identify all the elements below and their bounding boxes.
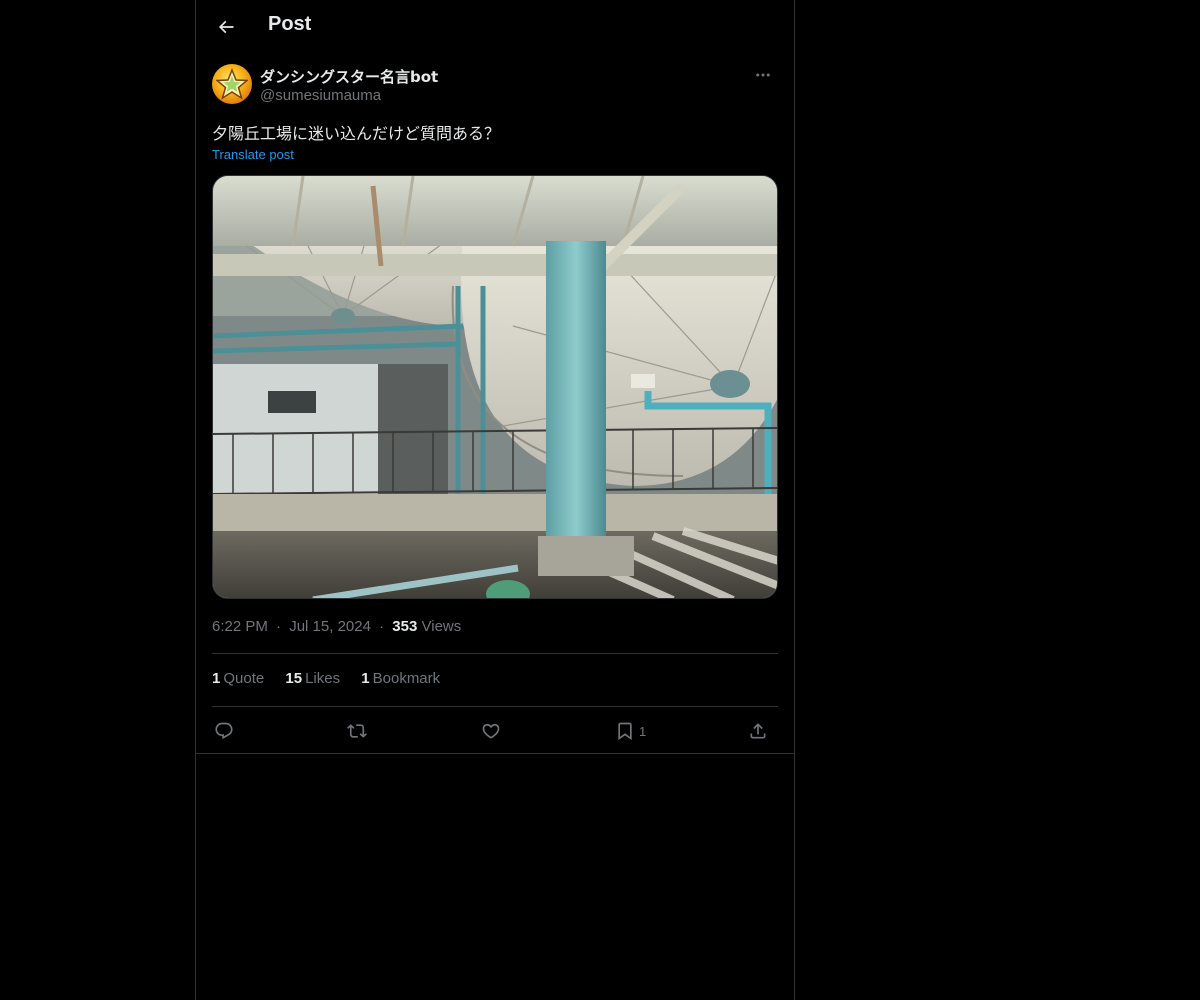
post-column: Post ダンシングスター名言bot @sumesiumauma 夕陽丘工場に迷…: [195, 0, 795, 1000]
likes-stat[interactable]: 15 Likes: [285, 670, 340, 687]
post-author: ダンシングスター名言bot @sumesiumauma: [212, 64, 778, 108]
back-button[interactable]: [208, 9, 244, 45]
avatar[interactable]: [212, 64, 252, 104]
share-icon: [750, 723, 766, 739]
quotes-count: 1: [212, 670, 221, 687]
more-options-button[interactable]: [748, 64, 778, 86]
bookmark-icon: [618, 722, 632, 741]
page-header: Post: [196, 0, 794, 54]
divider: [212, 706, 778, 707]
divider: [196, 753, 794, 754]
likes-label: Likes: [305, 670, 341, 687]
bookmarks-label: Bookmark: [372, 670, 441, 687]
heart-icon: [482, 723, 500, 739]
repost-icon: [347, 724, 367, 738]
page-title: Post: [268, 13, 312, 35]
bookmark-button[interactable]: 1: [615, 713, 646, 749]
post-actions: 1: [212, 713, 778, 749]
views-count: 353: [392, 618, 418, 635]
post-meta: 6:22 PM · Jul 15, 2024 · 353 Views: [212, 618, 778, 635]
more-horizontal-icon: [756, 73, 770, 77]
divider: [212, 653, 778, 654]
star-avatar-icon: [216, 68, 248, 100]
post-stats: 1 Quote 15 Likes 1 Bookmark: [212, 670, 778, 692]
views-label: Views: [421, 618, 462, 635]
quotes-stat[interactable]: 1 Quote: [212, 670, 264, 687]
reply-icon: [215, 722, 233, 740]
author-display-name[interactable]: ダンシングスター名言bot: [260, 66, 438, 87]
arrow-left-icon: [218, 20, 234, 34]
likes-count: 15: [285, 670, 303, 687]
meta-separator-2: ·: [379, 618, 385, 635]
post-text: 夕陽丘工場に迷い込んだけど質問ある？: [212, 124, 501, 143]
photo-illustration: [213, 176, 777, 598]
translate-post-link[interactable]: Translate post: [212, 147, 294, 162]
quotes-label: Quote: [223, 670, 265, 687]
post-time[interactable]: 6:22 PM: [212, 618, 268, 635]
bookmarks-stat[interactable]: 1 Bookmark: [361, 670, 440, 687]
like-button[interactable]: [481, 713, 501, 749]
repost-button[interactable]: [347, 713, 367, 749]
bookmark-count: 1: [639, 723, 647, 739]
reply-button[interactable]: [214, 713, 234, 749]
share-button[interactable]: [748, 713, 768, 749]
post-date[interactable]: Jul 15, 2024: [289, 618, 371, 635]
author-handle[interactable]: @sumesiumauma: [260, 87, 381, 104]
bookmarks-count: 1: [361, 670, 370, 687]
post-photo[interactable]: [212, 175, 778, 599]
meta-separator: ·: [276, 618, 282, 635]
